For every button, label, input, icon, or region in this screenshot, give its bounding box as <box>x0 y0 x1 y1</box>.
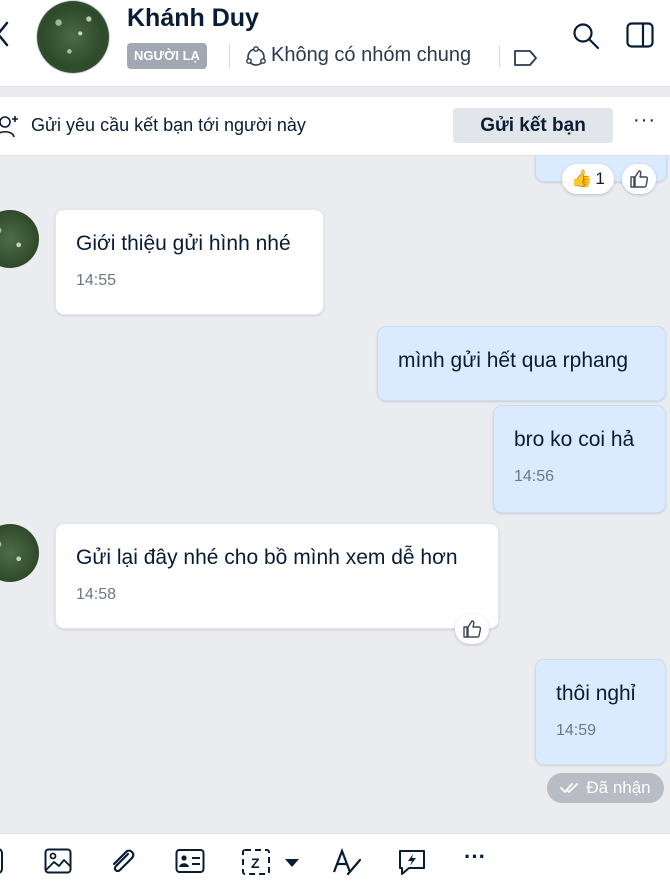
sticker-icon[interactable] <box>0 848 8 879</box>
thumbs-up-emoji: 👍 <box>571 169 593 188</box>
message-time: 14:56 <box>514 468 555 485</box>
divider <box>229 44 230 69</box>
back-chevron-icon[interactable] <box>0 20 10 53</box>
stranger-badge: NGƯỜI LẠ <box>127 43 207 69</box>
group-icon <box>244 45 268 74</box>
message-bubble[interactable]: Gửi lại đây nhé cho bồ mình xem dễ hơn 1… <box>55 523 499 629</box>
message-text: Gửi lại đây nhé cho bồ mình xem dễ hơn <box>76 546 458 569</box>
message-time: 14:59 <box>556 722 597 739</box>
side-panel-icon[interactable] <box>626 22 654 53</box>
send-friend-request-button[interactable]: Gửi kết bạn <box>453 108 613 143</box>
image-icon[interactable] <box>44 848 72 879</box>
thumbs-up-icon <box>463 620 482 638</box>
like-button[interactable] <box>455 614 489 644</box>
contact-name[interactable]: Khánh Duy <box>127 4 259 33</box>
message-time: 14:55 <box>76 272 117 289</box>
composer-toolbar: Z ··· <box>0 833 670 883</box>
attachment-icon[interactable] <box>108 848 138 881</box>
more-options-icon[interactable]: ··· <box>633 109 656 132</box>
reaction-count: 1 <box>595 169 605 188</box>
chat-header: Khánh Duy NGƯỜI LẠ Không có nhóm chung <box>0 0 670 87</box>
message-time: 14:58 <box>76 586 117 603</box>
message-text: Giới thiệu gửi hình nhé <box>76 232 291 255</box>
sender-avatar[interactable] <box>0 524 39 582</box>
friend-request-bar: Gửi yêu cầu kết bạn tới người này Gửi kế… <box>0 97 670 156</box>
search-icon[interactable] <box>572 22 600 55</box>
message-text: bro ko coi hả <box>514 428 635 451</box>
delivery-status-text: Đã nhận <box>586 778 651 797</box>
message-list[interactable]: 👍 1 Giới thiệu gửi hình nhé 14:55 mình g… <box>0 156 670 832</box>
message-bubble[interactable]: bro ko coi hả 14:56 <box>493 405 666 513</box>
divider <box>499 46 500 67</box>
message-text: mình gửi hết qua rphang <box>398 349 629 372</box>
delivery-status-badge: Đã nhận <box>547 773 664 803</box>
reaction-summary[interactable]: 👍 1 <box>562 164 614 194</box>
message-bubble[interactable]: Giới thiệu gửi hình nhé 14:55 <box>55 209 324 315</box>
contact-avatar[interactable] <box>37 1 109 73</box>
thumbs-up-icon <box>630 170 649 188</box>
add-friend-icon <box>0 114 20 143</box>
like-button[interactable] <box>622 164 656 194</box>
message-bubble[interactable]: thôi nghỉ 14:59 <box>535 659 666 765</box>
message-text: thôi nghỉ <box>556 682 636 705</box>
quick-message-icon[interactable] <box>397 848 427 881</box>
text-format-icon[interactable] <box>332 847 362 881</box>
message-bubble[interactable]: mình gửi hết qua rphang <box>377 326 666 401</box>
double-check-icon <box>560 783 579 793</box>
svg-text:Z: Z <box>251 855 260 871</box>
contact-card-icon[interactable] <box>175 848 205 879</box>
screenshot-icon[interactable]: Z <box>241 848 303 881</box>
mutual-groups-text[interactable]: Không có nhóm chung <box>271 44 471 67</box>
more-tools-icon[interactable]: ··· <box>464 844 486 870</box>
sender-avatar[interactable] <box>0 210 39 268</box>
tag-icon[interactable] <box>513 49 539 72</box>
friend-request-text: Gửi yêu cầu kết bạn tới người này <box>31 115 306 135</box>
